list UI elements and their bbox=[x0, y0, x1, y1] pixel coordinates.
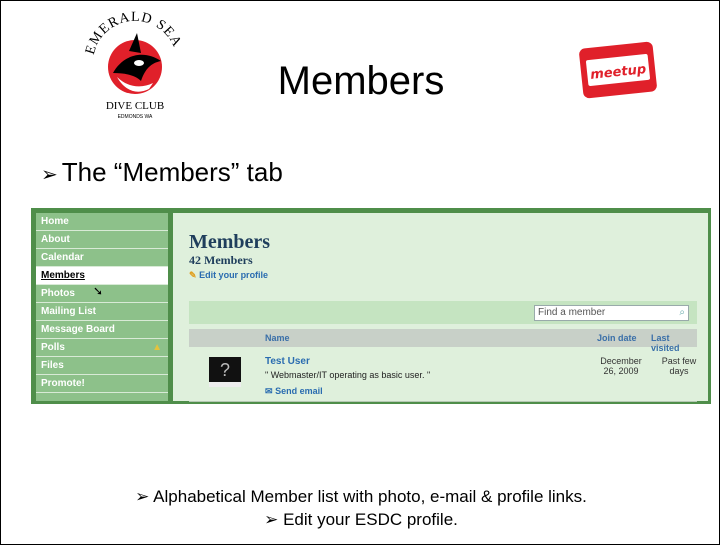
nav-item-polls[interactable]: Polls ▲ bbox=[36, 339, 168, 357]
edit-profile-label: Edit your profile bbox=[199, 270, 269, 280]
slide-subtitle: ➢ The “Members” tab bbox=[41, 157, 283, 188]
members-content: Members 42 Members ✎ Edit your profile F… bbox=[173, 213, 708, 402]
slide-bullets: ➢ Alphabetical Member list with photo, e… bbox=[1, 485, 719, 531]
nav-item-members[interactable]: Members bbox=[36, 267, 168, 285]
pencil-icon: ✎ bbox=[189, 270, 197, 280]
nav-item-message-board[interactable]: Message Board bbox=[36, 321, 168, 339]
find-member-placeholder: Find a member bbox=[538, 307, 606, 318]
members-table-header: Name Join date Last visited bbox=[189, 329, 697, 353]
envelope-icon: ✉ bbox=[265, 386, 273, 396]
bullet-arrow-icon: ➢ bbox=[41, 164, 58, 186]
logo-text-bottom: EDMONDS WA bbox=[118, 114, 153, 120]
avatar-caption-strip bbox=[209, 382, 241, 387]
nav-item-label: Calendar bbox=[41, 252, 84, 263]
bullet-text: Alphabetical Member list with photo, e-m… bbox=[153, 487, 587, 506]
slide: EMERALD SEA DIVE CLUB EDMONDS WA Members… bbox=[0, 0, 720, 545]
meetup-logo: meetup bbox=[579, 41, 657, 99]
nav-item-label: Promote! bbox=[41, 378, 85, 389]
bullet-item: ➢ Edit your ESDC profile. bbox=[1, 508, 719, 531]
member-join-date: December 26, 2009 bbox=[600, 356, 642, 376]
find-member-input[interactable]: Find a member ⌕ bbox=[534, 305, 689, 321]
bullet-text: Edit your ESDC profile. bbox=[283, 510, 458, 529]
slide-subtitle-text: The “Members” tab bbox=[61, 157, 283, 187]
search-bar: Find a member ⌕ bbox=[189, 301, 697, 324]
nav-item-promote[interactable]: Promote! bbox=[36, 375, 168, 393]
edit-profile-link[interactable]: ✎ Edit your profile bbox=[189, 270, 268, 281]
member-last-visited: Past few days bbox=[661, 356, 697, 376]
nav-item-label: Mailing List bbox=[41, 306, 96, 317]
column-name[interactable]: Name bbox=[265, 333, 290, 343]
bullet-item: ➢ Alphabetical Member list with photo, e… bbox=[1, 485, 719, 508]
nav-item-label: Members bbox=[41, 270, 85, 281]
nav-item-label: Home bbox=[41, 216, 69, 227]
members-page-screenshot: Home About Calendar Members Photos Maili… bbox=[31, 208, 711, 404]
bullet-arrow-icon: ➢ bbox=[135, 487, 154, 506]
nav-item-label: Message Board bbox=[41, 324, 115, 335]
nav-item-label: Polls bbox=[41, 342, 65, 353]
mouse-pointer-icon: ➘ bbox=[93, 284, 104, 298]
column-join-date[interactable]: Join date bbox=[597, 333, 637, 343]
send-email-link[interactable]: ✉ Send email bbox=[265, 386, 323, 397]
search-icon[interactable]: ⌕ bbox=[679, 306, 685, 320]
warning-icon: ▲ bbox=[152, 342, 162, 353]
members-count: 42 Members bbox=[189, 253, 253, 267]
nav-item-label: About bbox=[41, 234, 70, 245]
nav-item-about[interactable]: About bbox=[36, 231, 168, 249]
send-email-label: Send email bbox=[275, 386, 323, 396]
member-name-link[interactable]: Test User bbox=[265, 356, 310, 367]
member-description: " Webmaster/IT operating as basic user. … bbox=[265, 370, 431, 380]
bullet-arrow-icon: ➢ bbox=[264, 510, 284, 529]
nav-item-label: Photos bbox=[41, 288, 75, 299]
nav-item-mailing-list[interactable]: Mailing List bbox=[36, 303, 168, 321]
nav-item-files[interactable]: Files bbox=[36, 357, 168, 375]
nav-item-calendar[interactable]: Calendar bbox=[36, 249, 168, 267]
table-row: ? Test User " Webmaster/IT operating as … bbox=[189, 349, 697, 402]
avatar[interactable]: ? bbox=[209, 357, 241, 387]
sidebar-nav: Home About Calendar Members Photos Maili… bbox=[36, 213, 168, 401]
members-heading: Members bbox=[189, 231, 271, 253]
nav-item-home[interactable]: Home bbox=[36, 213, 168, 231]
nav-item-label: Files bbox=[41, 360, 64, 371]
